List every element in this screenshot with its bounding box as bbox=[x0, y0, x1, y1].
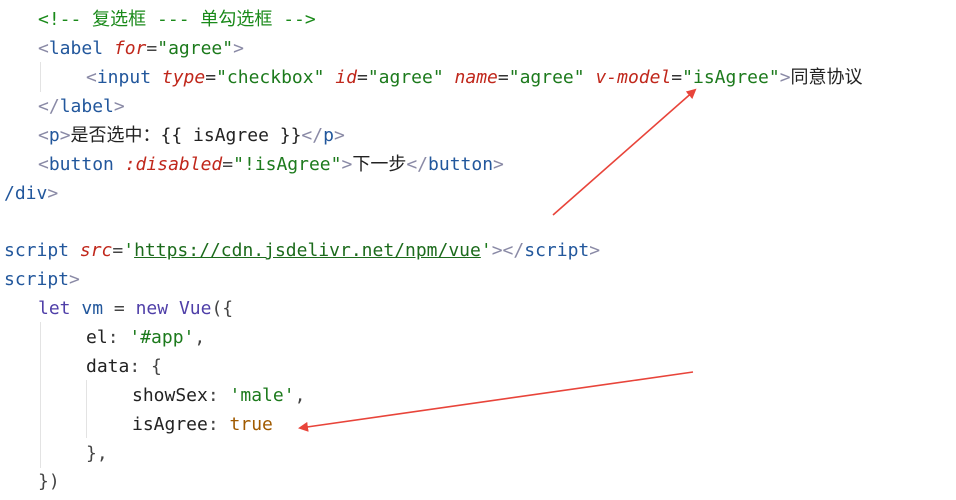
brace: { bbox=[151, 356, 162, 377]
tag-bracket: > bbox=[59, 125, 71, 146]
colon: : bbox=[129, 356, 152, 377]
paragraph-text: 是否选中：{{ isAgree }} bbox=[70, 125, 302, 146]
tag-name: script bbox=[524, 240, 590, 261]
v-model-arrow bbox=[552, 88, 697, 216]
code-line-14: isAgree: true bbox=[132, 410, 273, 439]
isAgree-arrow bbox=[298, 371, 694, 432]
tag-name: input bbox=[96, 67, 152, 88]
v-model-attr: v-model bbox=[595, 67, 672, 88]
tag-bracket: > bbox=[493, 154, 504, 175]
tag-bracket: </ bbox=[301, 125, 324, 146]
punctuation: ({ bbox=[211, 298, 234, 319]
attr-name: src bbox=[79, 240, 113, 261]
code-line-11: el: '#app', bbox=[86, 323, 205, 352]
code-line-16: }) bbox=[38, 467, 60, 496]
code-line-2: <label for="agree"> bbox=[38, 34, 244, 63]
code-line-1: <!-- 复选框 --- 单勾选框 --> bbox=[38, 5, 316, 34]
indent-guide bbox=[40, 322, 41, 468]
object-key: data bbox=[86, 356, 130, 377]
tag-bracket: < bbox=[38, 125, 49, 146]
tag-bracket: > bbox=[341, 154, 353, 175]
indent-guide bbox=[86, 380, 87, 438]
indent-guide bbox=[40, 62, 41, 92]
tag-bracket: </ bbox=[38, 96, 60, 117]
attr-equals: = bbox=[146, 38, 158, 59]
punctuation: }) bbox=[38, 471, 60, 492]
tag-bracket: > bbox=[491, 240, 503, 261]
operator: = bbox=[113, 298, 125, 319]
object-key: isAgree bbox=[132, 414, 208, 435]
button-text: 下一步 bbox=[352, 154, 407, 175]
cdn-url-link[interactable]: https://cdn.jsdelivr.net/npm/vue bbox=[134, 240, 481, 261]
tag-bracket: > bbox=[233, 38, 244, 59]
tag-name: label bbox=[48, 38, 104, 59]
v-model-value: "isAgree" bbox=[682, 67, 780, 88]
attr-value: "agree" bbox=[508, 67, 585, 88]
html-comment: <!-- 复选框 --- 单勾选框 --> bbox=[38, 9, 316, 30]
checkbox-label-text: 同意协议 bbox=[790, 67, 863, 88]
code-line-4: </label> bbox=[38, 92, 125, 121]
colon: : bbox=[107, 327, 130, 348]
tag-name: button bbox=[428, 154, 494, 175]
attr-value: "checkbox" bbox=[216, 67, 325, 88]
tag-bracket: > bbox=[113, 96, 125, 117]
tag-bracket: > bbox=[589, 240, 601, 261]
code-line-9: script> bbox=[4, 265, 80, 294]
attr-value: "agree" bbox=[367, 67, 444, 88]
tag-name: p bbox=[323, 125, 334, 146]
tag-bracket: < bbox=[86, 67, 97, 88]
code-line-5: <p>是否选中：{{ isAgree }}</p> bbox=[38, 121, 345, 150]
quote: ' bbox=[480, 240, 492, 261]
colon: : bbox=[207, 385, 230, 406]
quote: ' bbox=[123, 240, 135, 261]
class-name: Vue bbox=[178, 298, 212, 319]
tag-bracket: > bbox=[47, 183, 59, 204]
tag-bracket: > bbox=[69, 269, 80, 290]
code-line-13: showSex: 'male', bbox=[132, 381, 305, 410]
tag-name: script bbox=[4, 240, 70, 261]
code-line-6: <button :disabled="!isAgree">下一步</button… bbox=[38, 150, 504, 179]
boolean-value: true bbox=[229, 414, 273, 435]
tag-name: button bbox=[48, 154, 114, 175]
code-line-8: script src='https://cdn.jsdelivr.net/npm… bbox=[4, 236, 600, 265]
keyword: new bbox=[135, 298, 169, 319]
identifier: vm bbox=[81, 298, 104, 319]
keyword: let bbox=[38, 298, 71, 319]
code-line-7: /div> bbox=[4, 179, 58, 208]
object-key: el bbox=[86, 327, 108, 348]
tag-name: /div bbox=[4, 183, 48, 204]
code-editor: <!-- 复选框 --- 单勾选框 --> <label for="agree"… bbox=[0, 0, 956, 500]
attr-value: "!isAgree" bbox=[233, 154, 342, 175]
comma: , bbox=[194, 327, 206, 348]
code-line-15: }, bbox=[86, 439, 108, 468]
string-value: '#app' bbox=[129, 327, 195, 348]
code-line-10: let vm = new Vue({ bbox=[38, 294, 233, 323]
string-value: 'male' bbox=[229, 385, 295, 406]
tag-name: script bbox=[4, 269, 70, 290]
tag-bracket: < bbox=[38, 38, 49, 59]
code-line-12: data: { bbox=[86, 352, 162, 381]
colon: : bbox=[207, 414, 230, 435]
tag-bracket: > bbox=[333, 125, 345, 146]
comma: , bbox=[294, 385, 306, 406]
attr-name: name bbox=[454, 67, 498, 88]
tag-name: p bbox=[48, 125, 60, 146]
tag-bracket: < bbox=[38, 154, 49, 175]
attr-name: id bbox=[335, 67, 357, 88]
attr-equals: = bbox=[222, 154, 234, 175]
attr-name: type bbox=[161, 67, 206, 88]
object-key: showSex bbox=[132, 385, 208, 406]
tag-name: label bbox=[59, 96, 114, 117]
punctuation: }, bbox=[86, 443, 108, 464]
tag-bracket: </ bbox=[502, 240, 525, 261]
attr-name: for bbox=[113, 38, 147, 59]
code-line-3: <input type="checkbox" id="agree" name="… bbox=[86, 67, 863, 88]
attr-equals: = bbox=[112, 240, 124, 261]
attr-name: :disabled bbox=[124, 154, 223, 175]
tag-bracket: > bbox=[779, 67, 791, 88]
tag-bracket: </ bbox=[406, 154, 429, 175]
attr-value: "agree" bbox=[157, 38, 234, 59]
